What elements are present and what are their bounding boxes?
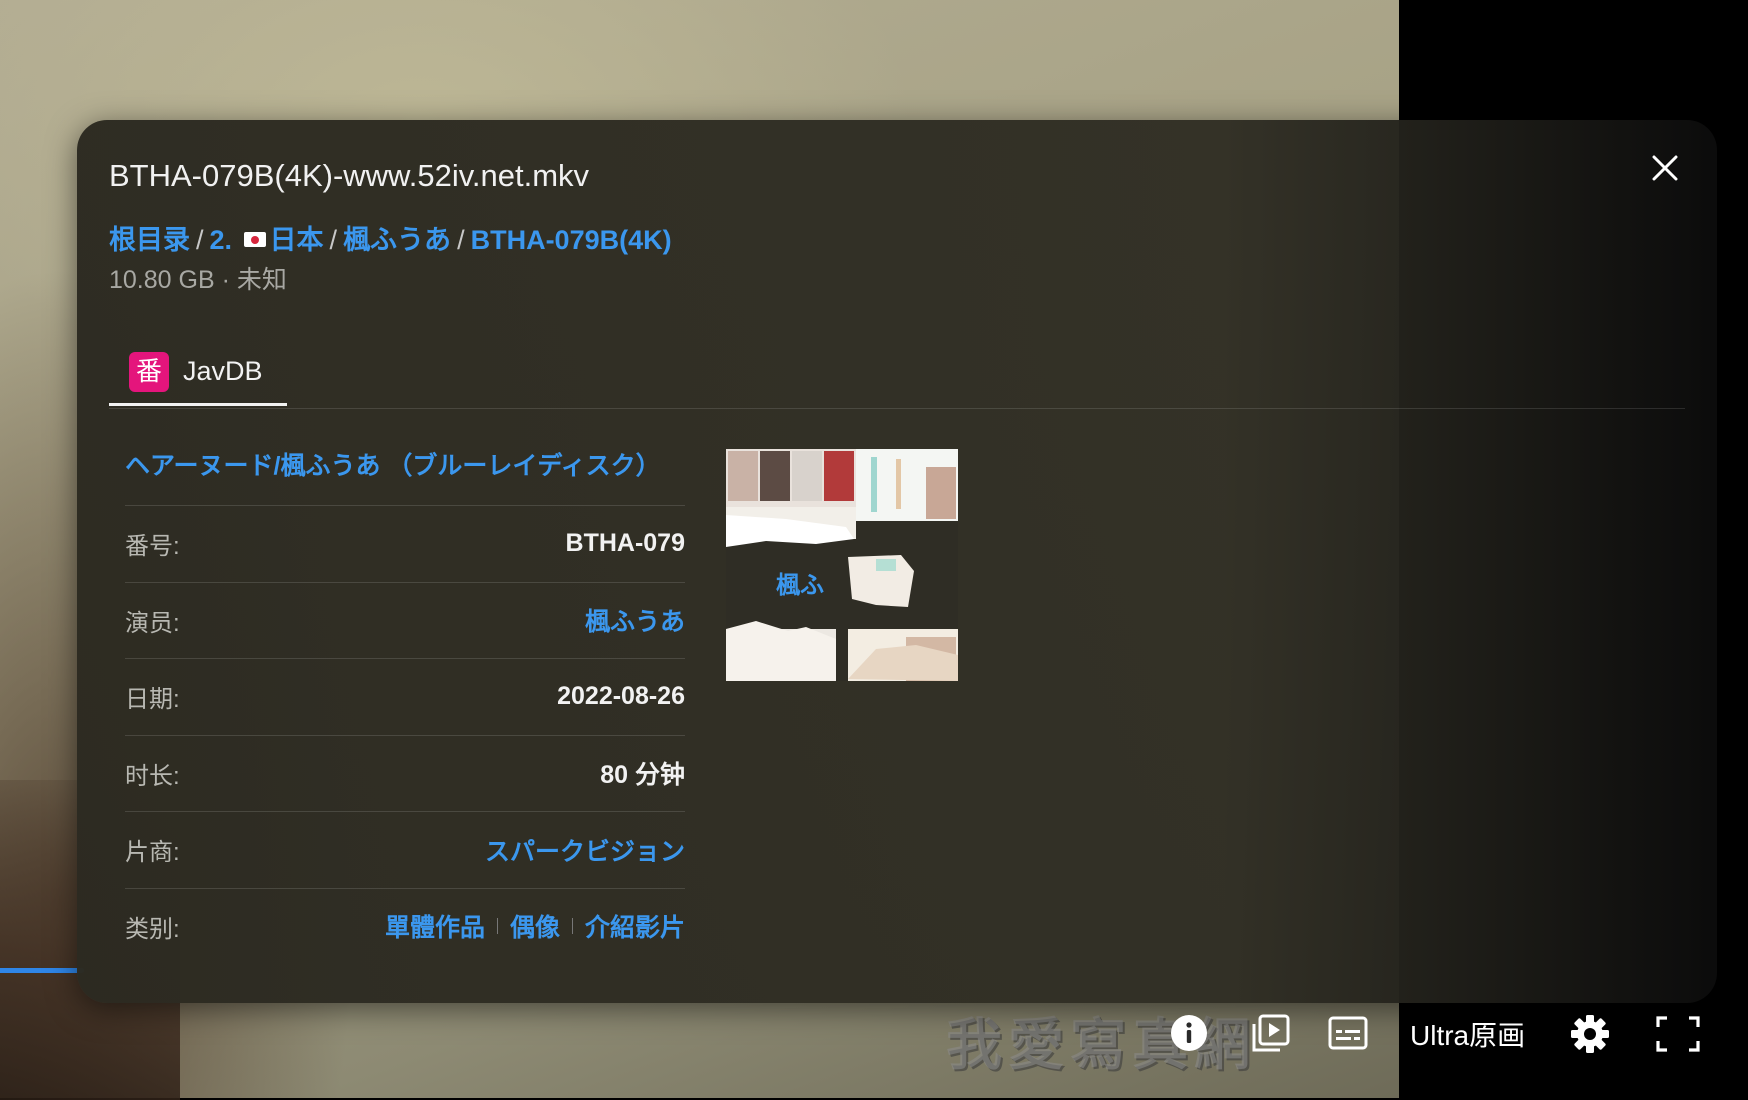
tab-label: JavDB [183,356,263,386]
playlist-icon [1252,1014,1290,1052]
movie-title-link[interactable]: ヘアーヌード/楓ふうあ （ブルーレイディスク） [125,430,685,506]
breadcrumb-folder[interactable]: BTHA-079B(4K) [471,225,672,255]
cover-image[interactable]: 楓ふ [726,449,958,681]
source-tabs: 番 JavDB [109,340,1685,409]
detail-label: 类别: [125,915,180,943]
cover-image-art: 楓ふ [726,449,958,681]
detail-row-duration: 时长: 80 分钟 [125,736,685,812]
genre-link[interactable]: 介紹影片 [585,908,685,944]
detail-label: 日期: [125,686,180,714]
close-icon [1652,155,1678,181]
detail-row-genre: 类别: 單體作品 偶像 介紹影片 [125,889,685,965]
breadcrumb-separator: / [196,225,204,255]
genre-divider [571,918,573,935]
detail-value-code: BTHA-079 [565,529,685,558]
breadcrumb-japan-number: 2. [209,225,240,255]
subtitles-button[interactable] [1328,1016,1368,1050]
breadcrumb-japan-label: 日本 [269,225,324,255]
file-info-panel: BTHA-079B(4K)-www.52iv.net.mkv 根目录/2. 日本… [77,120,1717,1003]
fullscreen-icon [1656,1016,1700,1052]
file-meta: 10.80 GB · 未知 [109,266,287,294]
file-title: BTHA-079B(4K)-www.52iv.net.mkv [109,158,590,193]
detail-row-actor: 演员: 楓ふうあ [125,583,685,659]
detail-label: 番号: [125,533,180,561]
breadcrumb-separator: / [457,225,465,255]
genre-link[interactable]: 單體作品 [385,908,485,944]
javdb-logo-icon: 番 [129,351,169,392]
detail-label: 片商: [125,839,180,867]
actor-link[interactable]: 楓ふうあ [585,602,685,638]
playlist-button[interactable] [1250,1012,1292,1054]
close-button[interactable] [1645,148,1685,188]
detail-label: 时长: [125,762,180,790]
fullscreen-button[interactable] [1656,1016,1700,1052]
genre-link[interactable]: 偶像 [510,908,560,944]
japan-flag-icon [243,232,266,247]
detail-label: 演员: [125,609,180,637]
subtitles-icon [1328,1016,1368,1050]
info-icon [1171,1015,1207,1051]
breadcrumb-actor[interactable]: 楓ふうあ [343,225,451,255]
settings-button[interactable] [1570,1014,1610,1054]
genre-divider [496,918,498,935]
breadcrumb: 根目录/2. 日本 / 楓ふうあ / BTHA-079B(4K) [109,218,672,257]
detail-value-date: 2022-08-26 [557,682,685,711]
progress-bar-played[interactable] [0,968,84,973]
breadcrumb-separator: / [329,225,338,255]
tab-javdb[interactable]: 番 JavDB [109,340,287,406]
quality-selector[interactable]: Ultra原画 [1410,1014,1525,1054]
detail-value-duration: 80 分钟 [600,761,685,790]
movie-details: ヘアーヌード/楓ふうあ （ブルーレイディスク） 番号: BTHA-079 演员:… [125,430,685,964]
settings-icon [1571,1015,1609,1053]
detail-row-studio: 片商: スパークビジョン [125,812,685,889]
detail-row-code: 番号: BTHA-079 [125,506,685,583]
genre-list: 單體作品 偶像 介紹影片 [385,908,685,944]
video-watermark: 我愛寫真網 [946,1013,1256,1078]
info-button[interactable] [1170,1014,1208,1052]
breadcrumb-japan[interactable]: 2. 日本 [210,225,324,255]
cover-text: 楓ふ [776,571,824,599]
studio-link[interactable]: スパークビジョン [485,832,685,868]
detail-row-date: 日期: 2022-08-26 [125,659,685,736]
breadcrumb-root[interactable]: 根目录 [109,225,190,255]
